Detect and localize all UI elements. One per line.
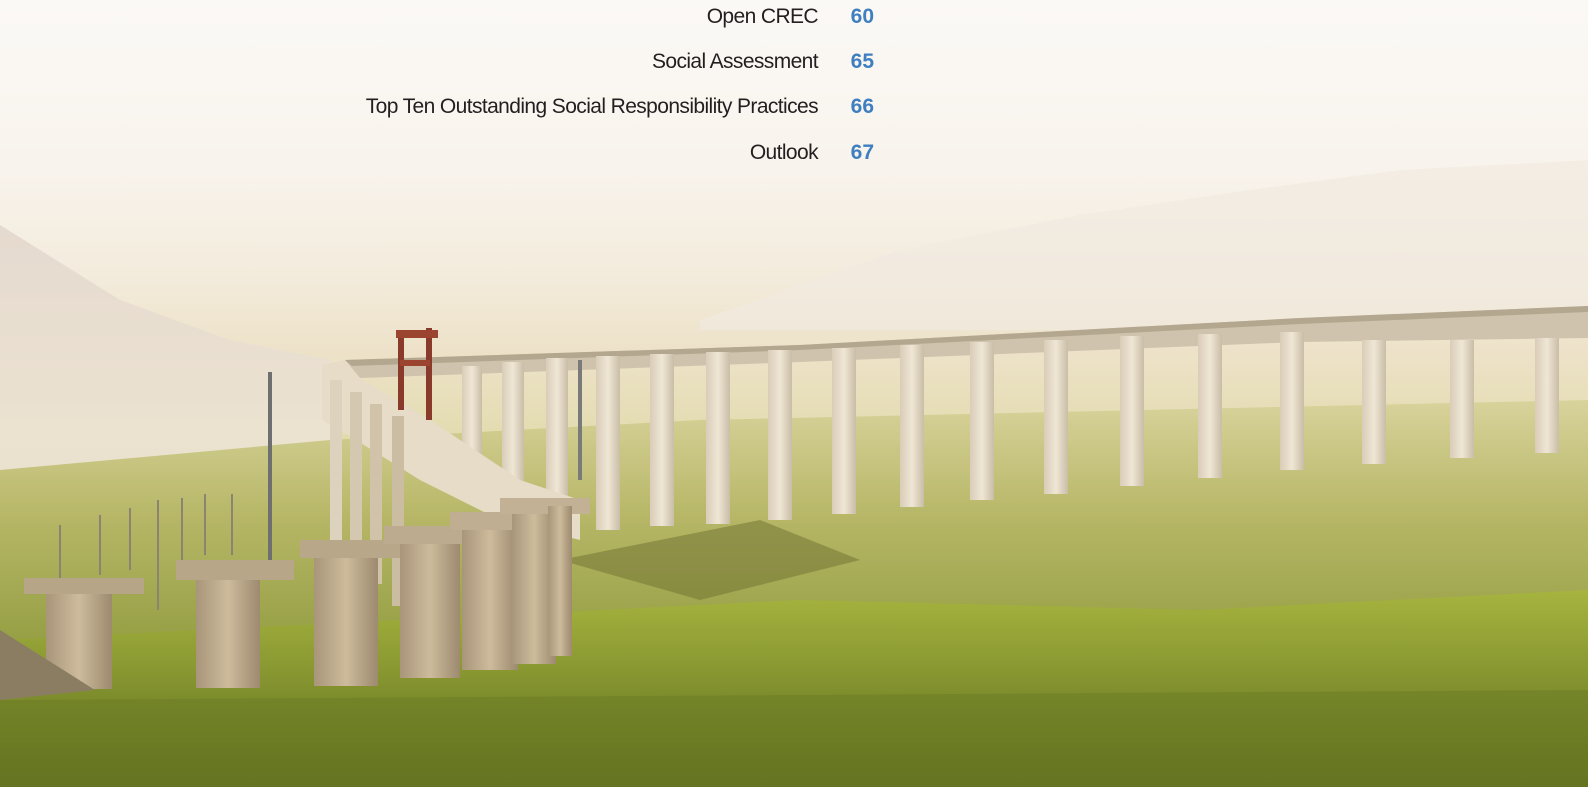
toc-entry-page: 60 xyxy=(850,5,874,28)
toc-entry-page: 67 xyxy=(850,141,874,164)
toc-entry-title: Outlook xyxy=(749,141,819,164)
mountain-left xyxy=(0,225,330,480)
toc-entry-title: Open CREC xyxy=(706,5,819,28)
toc-entry-outlook[interactable]: Outlook 67 xyxy=(750,141,874,165)
toc-entry-open-crec[interactable]: Open CREC 60 xyxy=(707,5,874,29)
toc-entry-top-ten-practices[interactable]: Top Ten Outstanding Social Responsibilit… xyxy=(366,95,874,119)
toc-entry-title: Social Assessment xyxy=(651,50,819,73)
toc-entry-social-assessment[interactable]: Social Assessment 65 xyxy=(652,50,874,74)
toc-entry-title: Top Ten Outstanding Social Responsibilit… xyxy=(365,95,819,118)
toc-entry-page: 66 xyxy=(850,95,874,118)
toc-entry-page: 65 xyxy=(850,50,874,73)
mountain-right xyxy=(700,160,1588,330)
report-page: Open CREC 60 Social Assessment 65 Top Te… xyxy=(0,0,1588,787)
